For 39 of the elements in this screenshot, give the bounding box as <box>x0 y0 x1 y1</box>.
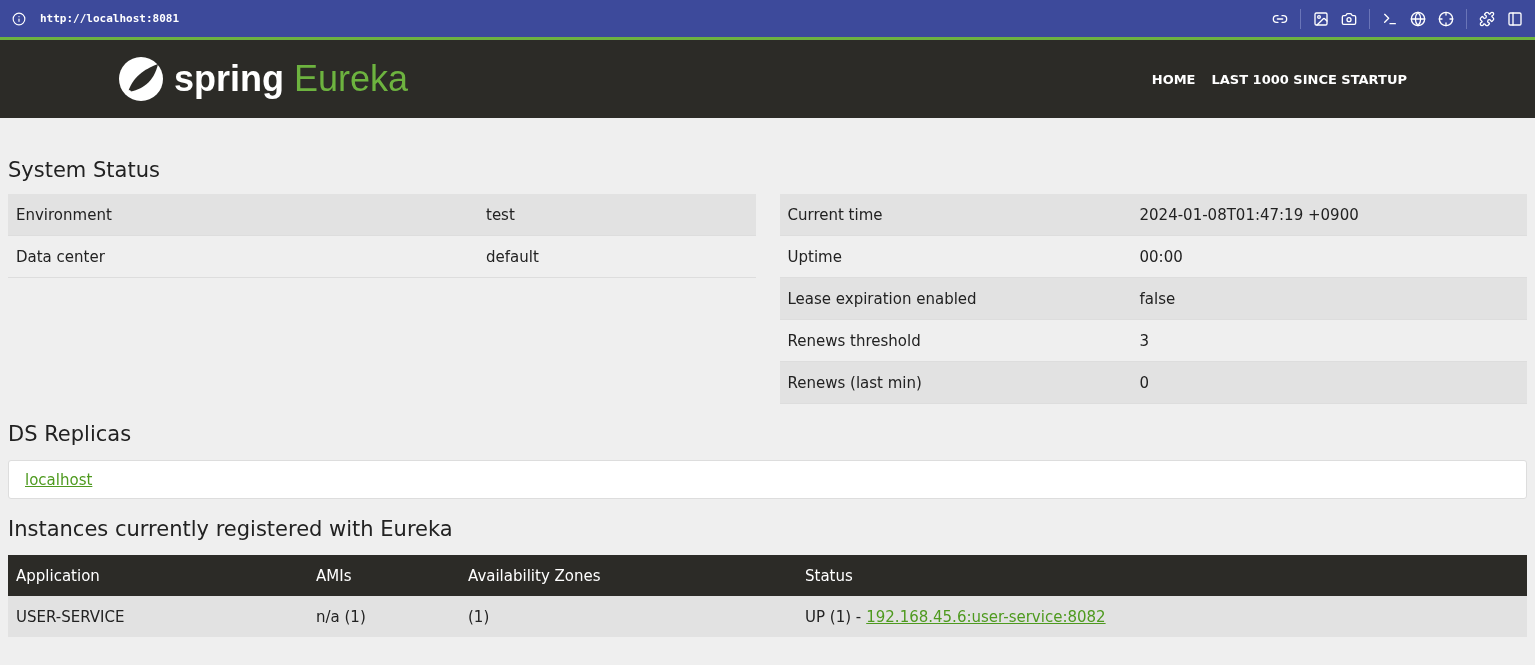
table-cell-text: 3 <box>1138 331 1151 350</box>
nav-link[interactable]: LAST 1000 SINCE STARTUP <box>1211 71 1407 87</box>
column-header: Availability Zones <box>467 566 602 585</box>
table-cell-text: Environment <box>15 205 113 224</box>
table-cell-text: USER-SERVICE <box>15 607 126 626</box>
table-cell-text: Data center <box>15 247 106 266</box>
panel-icon[interactable] <box>1507 10 1523 27</box>
table-cell-text: false <box>1138 289 1177 308</box>
table-cell-text: 2024-01-08T01:47:19 +0900 <box>1138 205 1360 224</box>
status-text: UP (1) - <box>805 607 862 626</box>
url-text: http://localhost:8081 <box>40 12 180 25</box>
table-cell-text: Lease expiration enabled <box>786 289 978 308</box>
brand-name: spring <box>174 58 284 100</box>
column-header: AMIs <box>315 566 353 585</box>
table-cell-text: Current time <box>786 205 884 224</box>
puzzle-icon[interactable] <box>1479 10 1495 27</box>
table-cell-text: Renews threshold <box>786 331 922 350</box>
nav-link[interactable]: HOME <box>1151 71 1196 87</box>
column-header: Status <box>804 566 854 585</box>
image-icon[interactable] <box>1313 10 1329 27</box>
camera-icon[interactable] <box>1341 10 1357 27</box>
section-title: DS Replicas <box>8 422 133 446</box>
column-header: Application <box>15 566 101 585</box>
section-title: Instances currently registered with Eureka <box>8 517 454 541</box>
leaf-logo-icon <box>118 56 164 102</box>
crosshair-icon[interactable] <box>1438 10 1454 27</box>
table-cell-text: Uptime <box>786 247 843 266</box>
table-cell-text: test <box>485 205 516 224</box>
section-title: System Status <box>8 158 161 182</box>
replica-link[interactable]: localhost <box>25 471 93 489</box>
product-name: Eureka <box>294 58 409 100</box>
info-icon[interactable] <box>12 11 26 26</box>
table-cell-text: 00:00 <box>1138 247 1184 266</box>
table-cell-text: 0 <box>1138 373 1151 392</box>
table-cell-text: (1) <box>467 607 491 626</box>
table-cell-text: default <box>485 247 540 266</box>
table-cell-text: Renews (last min) <box>786 373 923 392</box>
table-cell-text: n/a (1) <box>315 607 367 626</box>
globe-icon[interactable] <box>1410 10 1426 27</box>
